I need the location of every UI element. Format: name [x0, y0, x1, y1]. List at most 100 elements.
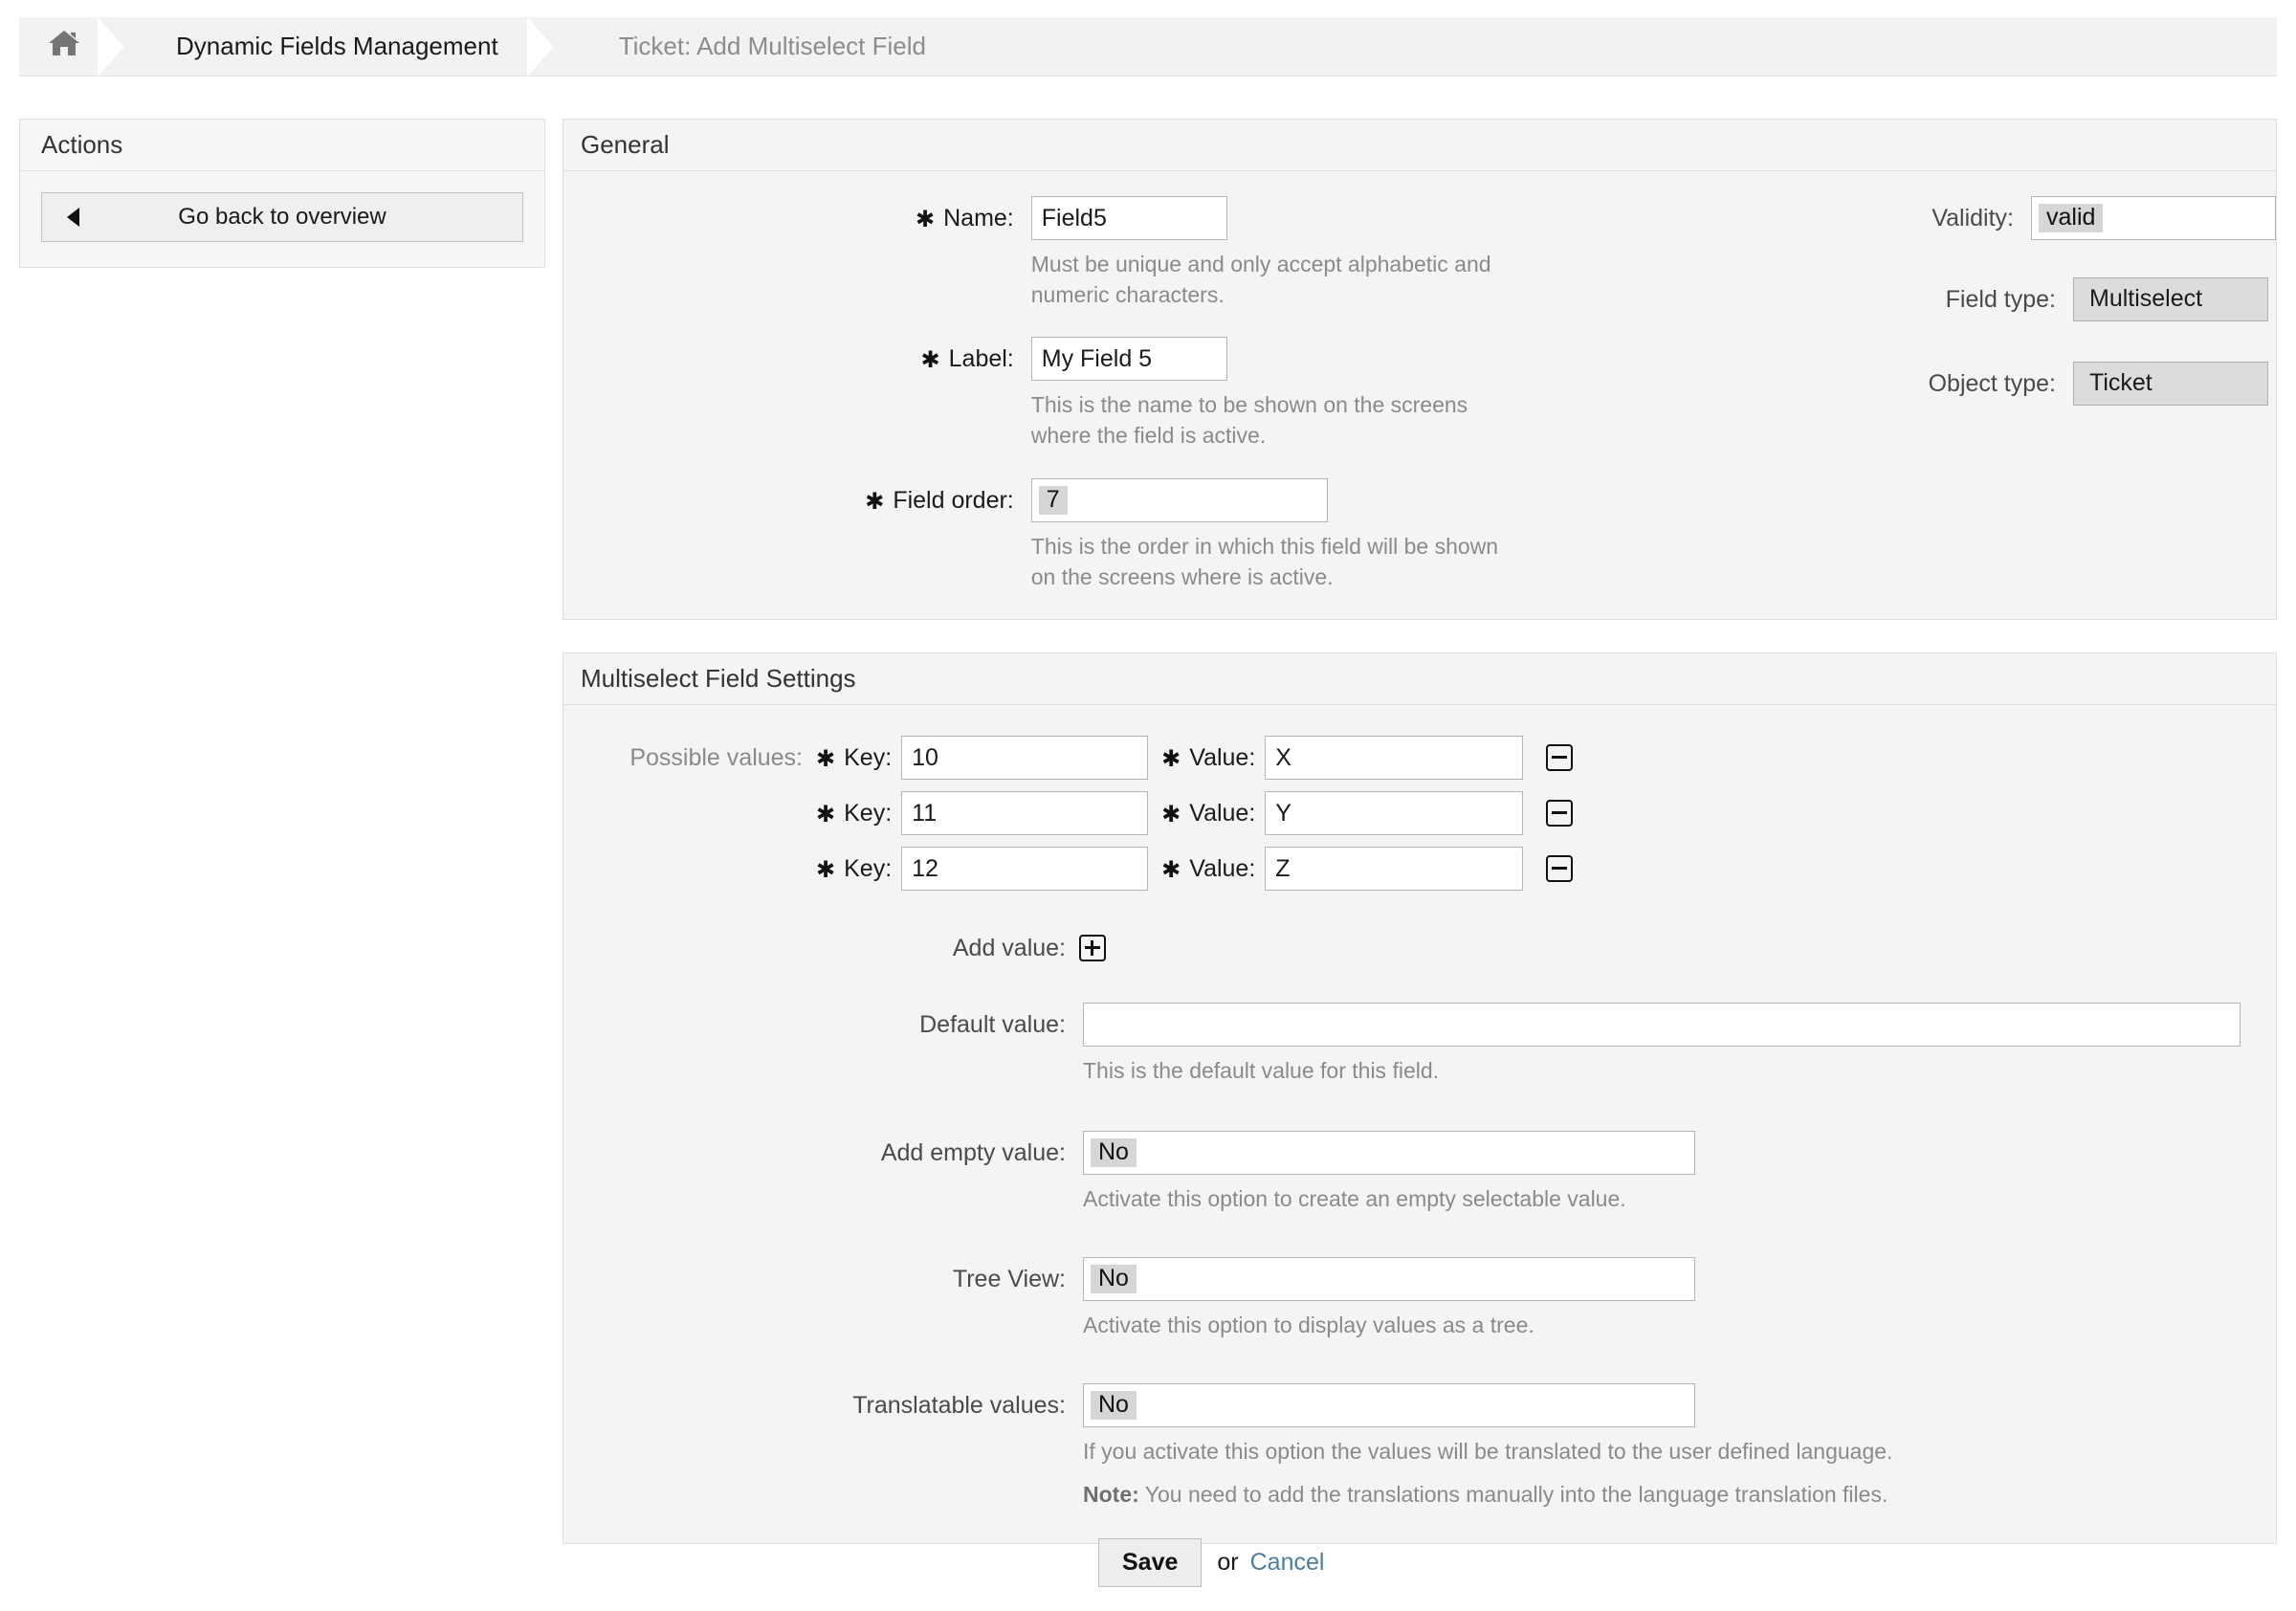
name-label: ✱Name: [563, 196, 1014, 232]
validity-row: Validity: valid [1501, 196, 2276, 240]
breadcrumb: Dynamic Fields Management Ticket: Add Mu… [19, 17, 2277, 77]
required-asterisk: ✱ [1161, 856, 1181, 884]
note-prefix: Note: [1083, 1482, 1139, 1507]
general-panel-body: ✱Name: Must be unique and only accept al… [563, 171, 2276, 619]
tree-view-label: Tree View: [563, 1257, 1066, 1293]
label-control: This is the name to be shown on the scre… [1014, 337, 1501, 451]
general-panel-header: General [563, 120, 2276, 171]
translatable-values-hint: If you activate this option the values w… [1083, 1437, 1892, 1468]
value-input[interactable] [1265, 791, 1523, 835]
value-label: ✱Value: [1148, 855, 1265, 883]
minus-square-icon[interactable] [1546, 744, 1573, 771]
general-left-column: ✱Name: Must be unique and only accept al… [563, 196, 1501, 592]
object-type-select: Ticket [2073, 362, 2268, 406]
multiselect-panel-title: Multiselect Field Settings [581, 664, 856, 694]
field-order-label: ✱Field order: [563, 478, 1014, 515]
name-hint: Must be unique and only accept alphabeti… [1031, 250, 1501, 310]
breadcrumb-bar: Dynamic Fields Management Ticket: Add Mu… [0, 0, 2296, 92]
name-input[interactable] [1031, 196, 1227, 240]
add-empty-value-selected-option: No [1091, 1138, 1137, 1167]
validity-selected-option: valid [2039, 204, 2103, 232]
name-row: ✱Name: Must be unique and only accept al… [563, 196, 1501, 310]
go-back-button-label: Go back to overview [42, 204, 522, 231]
breadcrumb-label: Dynamic Fields Management [176, 32, 498, 61]
add-empty-value-label: Add empty value: [563, 1131, 1066, 1167]
default-value-label: Default value: [563, 1003, 1066, 1039]
value-input[interactable] [1265, 736, 1523, 780]
general-right-column: Validity: valid Field type: Multiselect [1501, 196, 2276, 592]
required-asterisk: ✱ [1161, 745, 1181, 773]
value-label: ✱Value: [1148, 800, 1265, 828]
key-label: ✱Key: [803, 855, 901, 883]
caret-left-icon [67, 208, 79, 227]
sidebar-header: Actions [20, 120, 544, 171]
cancel-link[interactable]: Cancel [1250, 1549, 1325, 1577]
add-empty-value-select[interactable]: No [1083, 1131, 1695, 1175]
object-type-value: Ticket [2082, 369, 2160, 398]
add-value-control [1066, 933, 1106, 961]
add-empty-value-control: No Activate this option to create an emp… [1066, 1131, 1695, 1215]
validity-select[interactable]: valid [2031, 196, 2276, 240]
breadcrumb-home[interactable] [19, 17, 98, 76]
minus-square-icon[interactable] [1546, 855, 1573, 882]
tree-view-row: Tree View: No Activate this option to di… [563, 1257, 2276, 1341]
translatable-values-row: Translatable values: No If you activate … [563, 1383, 2276, 1511]
required-asterisk: ✱ [816, 856, 835, 884]
field-type-value: Multiselect [2082, 285, 2210, 314]
breadcrumb-item-dynamic-fields-management[interactable]: Dynamic Fields Management [140, 17, 527, 76]
key-label: ✱Key: [803, 800, 901, 828]
tree-view-control: No Activate this option to display value… [1066, 1257, 1695, 1341]
add-empty-value-hint: Activate this option to create an empty … [1083, 1184, 1695, 1215]
key-input[interactable] [901, 791, 1148, 835]
sidebar-title: Actions [41, 130, 122, 160]
required-asterisk: ✱ [816, 801, 835, 828]
label-input[interactable] [1031, 337, 1227, 381]
home-icon [48, 29, 80, 64]
sidebar-body: Go back to overview [20, 171, 544, 267]
key-input[interactable] [901, 736, 1148, 780]
value-label: ✱Value: [1148, 744, 1265, 772]
required-asterisk: ✱ [1161, 801, 1181, 828]
add-empty-value-row: Add empty value: No Activate this option… [563, 1131, 2276, 1215]
or-label: or [1217, 1549, 1238, 1577]
default-value-input[interactable] [1083, 1003, 2241, 1047]
default-value-control: This is the default value for this field… [1066, 1003, 2241, 1087]
possible-values-label: Possible values: [563, 744, 803, 772]
field-order-selected-option: 7 [1039, 486, 1068, 515]
breadcrumb-label-current: Ticket: Add Multiselect Field [619, 32, 926, 61]
default-value-hint: This is the default value for this field… [1083, 1056, 2040, 1087]
validity-label: Validity: [1501, 196, 2014, 232]
name-control: Must be unique and only accept alphabeti… [1014, 196, 1501, 310]
save-button[interactable]: Save [1098, 1538, 1202, 1587]
note-text: You need to add the translations manuall… [1139, 1482, 1888, 1507]
go-back-to-overview-button[interactable]: Go back to overview [41, 192, 523, 242]
tree-view-hint: Activate this option to display values a… [1083, 1311, 1695, 1341]
label-row: ✱Label: This is the name to be shown on … [563, 337, 1501, 451]
actions-sidebar: Actions Go back to overview [19, 119, 545, 268]
translatable-values-note: Note: You need to add the translations m… [1083, 1480, 1892, 1511]
key-label: ✱Key: [803, 744, 901, 772]
required-asterisk: ✱ [921, 347, 940, 373]
label-label: ✱Label: [563, 337, 1014, 373]
add-value-label: Add value: [563, 933, 1066, 962]
breadcrumb-separator-1 [98, 17, 140, 76]
possible-value-row: Possible values: ✱Key: ✱Value: [563, 736, 2276, 780]
field-order-select[interactable]: 7 [1031, 478, 1328, 522]
required-asterisk: ✱ [816, 745, 835, 773]
tree-view-select[interactable]: No [1083, 1257, 1695, 1301]
key-input[interactable] [901, 847, 1148, 891]
value-input[interactable] [1265, 847, 1523, 891]
translatable-values-control: No If you activate this option the value… [1066, 1383, 1892, 1511]
form-footer: Save or Cancel [563, 1538, 2277, 1587]
main-content: General ✱Name: Must be unique and only a… [563, 119, 2277, 1577]
multiselect-settings-panel: Multiselect Field Settings Possible valu… [563, 652, 2277, 1544]
validity-control: valid [2014, 196, 2276, 240]
field-order-hint: This is the order in which this field wi… [1031, 532, 1501, 592]
plus-square-icon[interactable] [1079, 935, 1106, 961]
breadcrumb-item-current: Ticket: Add Multiselect Field [569, 17, 955, 76]
required-asterisk: ✱ [865, 489, 884, 515]
field-type-select: Multiselect [2073, 277, 2268, 321]
translatable-values-select[interactable]: No [1083, 1383, 1695, 1427]
minus-square-icon[interactable] [1546, 800, 1573, 827]
object-type-control: Ticket [2056, 362, 2268, 406]
